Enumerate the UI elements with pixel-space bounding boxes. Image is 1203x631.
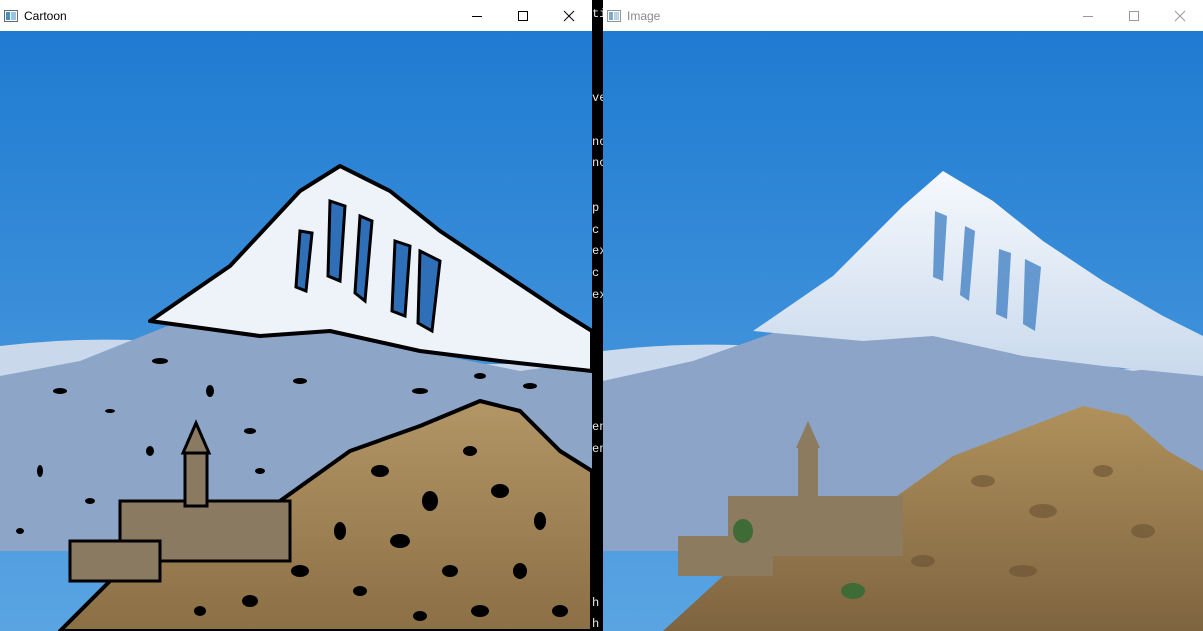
app-icon bbox=[4, 9, 18, 22]
minimize-button[interactable] bbox=[1065, 0, 1111, 31]
maximize-button[interactable] bbox=[500, 0, 546, 31]
close-icon bbox=[1174, 10, 1186, 21]
window-title: Image bbox=[627, 8, 661, 23]
app-icon bbox=[607, 9, 621, 22]
console-strip: ti ve nc nc p c ex c ex en en h h bbox=[592, 0, 603, 631]
console-text: nc bbox=[592, 135, 603, 149]
console-text: nc bbox=[592, 156, 603, 170]
minimize-icon bbox=[1083, 15, 1093, 17]
console-text: c bbox=[592, 266, 600, 280]
window-title: Cartoon bbox=[24, 8, 67, 23]
cartoon-titlebar[interactable]: Cartoon bbox=[0, 0, 592, 31]
console-text: h bbox=[592, 596, 600, 610]
maximize-button[interactable] bbox=[1111, 0, 1157, 31]
close-icon bbox=[563, 10, 575, 21]
maximize-icon bbox=[518, 10, 528, 21]
cartoon-image bbox=[0, 31, 592, 631]
maximize-icon bbox=[1129, 10, 1139, 21]
original-image bbox=[603, 31, 1203, 631]
console-text: ve bbox=[592, 91, 603, 105]
close-button[interactable] bbox=[546, 0, 592, 31]
console-text: ex bbox=[592, 288, 603, 302]
minimize-button[interactable] bbox=[454, 0, 500, 31]
console-text: en bbox=[592, 420, 603, 434]
console-text: ex bbox=[592, 244, 603, 258]
cartoon-image-canvas bbox=[0, 31, 592, 631]
cartoon-window[interactable]: Cartoon bbox=[0, 0, 592, 631]
console-text: c bbox=[592, 223, 600, 237]
console-text: p bbox=[592, 201, 600, 215]
console-text: ti bbox=[592, 7, 603, 21]
close-button[interactable] bbox=[1157, 0, 1203, 31]
console-text: en bbox=[592, 442, 603, 456]
original-image-canvas bbox=[603, 31, 1203, 631]
image-window[interactable]: Image bbox=[603, 0, 1203, 631]
image-titlebar[interactable]: Image bbox=[603, 0, 1203, 31]
console-text: h bbox=[592, 617, 600, 631]
minimize-icon bbox=[472, 15, 482, 17]
